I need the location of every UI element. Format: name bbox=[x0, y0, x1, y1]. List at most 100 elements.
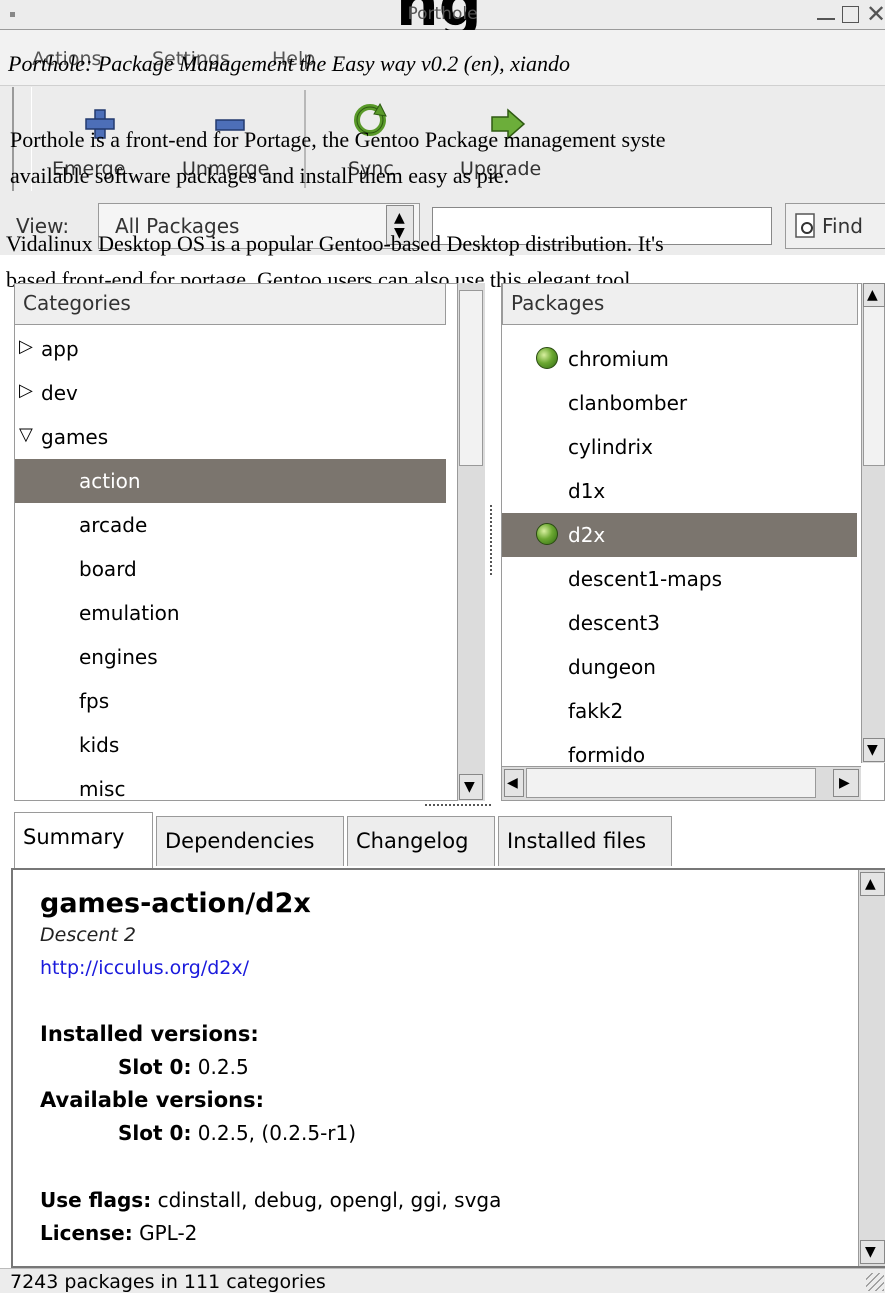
homepage-link[interactable]: http://icculus.org/d2x/ bbox=[40, 957, 249, 979]
package-label: cylindrix bbox=[568, 435, 653, 459]
scroll-down-icon: ▼ bbox=[867, 742, 878, 758]
minimize-icon[interactable] bbox=[817, 18, 835, 20]
maximize-icon[interactable] bbox=[842, 6, 859, 23]
available-slot-label: Slot 0: bbox=[118, 1121, 192, 1145]
scroll-right-icon: ▶ bbox=[839, 775, 850, 791]
packages-scroll-up[interactable]: ▲ bbox=[863, 283, 885, 307]
installed-status-icon bbox=[536, 523, 558, 545]
package-item[interactable]: d2x bbox=[502, 513, 857, 557]
package-label: d2x bbox=[568, 523, 606, 547]
license-value: GPL-2 bbox=[139, 1221, 198, 1245]
category-item[interactable]: emulation bbox=[15, 591, 446, 635]
expander-closed-icon[interactable]: ▷ bbox=[19, 380, 33, 401]
package-label: formido bbox=[568, 743, 646, 767]
package-label: clanbomber bbox=[568, 391, 688, 415]
packages-scroll-thumb[interactable] bbox=[863, 290, 885, 466]
packages-scroll-left[interactable]: ◀ bbox=[504, 769, 524, 797]
installed-slot-value: 0.2.5 bbox=[197, 1055, 249, 1079]
category-item[interactable]: board bbox=[15, 547, 446, 591]
category-label: engines bbox=[79, 645, 158, 669]
package-item[interactable]: chromium bbox=[502, 337, 857, 381]
packages-header-label: Packages bbox=[511, 291, 605, 315]
category-label: board bbox=[79, 557, 137, 581]
category-label: games bbox=[41, 425, 109, 449]
category-item[interactable]: ▽ games bbox=[15, 415, 446, 459]
intro-text: Porthole is a front-end for Portage, the… bbox=[10, 122, 885, 194]
category-item[interactable]: action bbox=[15, 459, 446, 503]
summary-scroll-down[interactable]: ▼ bbox=[860, 1240, 885, 1264]
category-item[interactable]: ▷ dev bbox=[15, 371, 446, 415]
installed-versions-label: Installed versions: bbox=[40, 1022, 259, 1046]
category-label: arcade bbox=[79, 513, 148, 537]
window-title: Porthole bbox=[407, 4, 478, 24]
intro-line-2: available software packages and install … bbox=[10, 163, 510, 188]
package-description: Descent 2 bbox=[40, 924, 136, 946]
scroll-up-icon: ▲ bbox=[865, 876, 876, 892]
installed-status-icon bbox=[536, 347, 558, 369]
category-label: misc bbox=[79, 777, 126, 801]
scroll-up-icon: ▲ bbox=[867, 287, 878, 303]
categories-scroll-thumb[interactable] bbox=[459, 290, 483, 466]
tab-dependencies[interactable]: Dependencies bbox=[156, 816, 344, 866]
tab-changelog[interactable]: Changelog bbox=[347, 816, 495, 866]
available-slot: Slot 0: 0.2.5, (0.2.5-r1) bbox=[118, 1121, 356, 1145]
chevron-up-icon: ▲ bbox=[394, 210, 405, 226]
expander-open-icon[interactable]: ▽ bbox=[19, 424, 33, 445]
license-label: License: bbox=[40, 1221, 133, 1245]
packages-header[interactable]: Packages bbox=[502, 283, 858, 325]
intro-line-1: Porthole is a front-end for Portage, the… bbox=[10, 127, 666, 152]
expander-closed-icon[interactable]: ▷ bbox=[19, 336, 33, 357]
package-label: chromium bbox=[568, 347, 669, 371]
available-versions-label: Available versions: bbox=[40, 1088, 264, 1112]
category-item[interactable]: arcade bbox=[15, 503, 446, 547]
package-item[interactable]: clanbomber bbox=[502, 381, 857, 425]
pane-resize-handle-bottom[interactable] bbox=[425, 804, 491, 808]
find-icon bbox=[795, 213, 815, 238]
package-item[interactable]: fakk2 bbox=[502, 689, 857, 733]
categories-scroll-down[interactable]: ▼ bbox=[459, 774, 483, 800]
category-label: fps bbox=[79, 689, 110, 713]
category-item[interactable]: misc bbox=[15, 767, 446, 811]
packages-scroll-right[interactable]: ▶ bbox=[833, 769, 859, 797]
package-label: descent1-maps bbox=[568, 567, 723, 591]
package-item[interactable]: cylindrix bbox=[502, 425, 857, 469]
category-label: app bbox=[41, 337, 79, 361]
available-slot-value: 0.2.5, (0.2.5-r1) bbox=[197, 1121, 357, 1145]
installed-slot: Slot 0: 0.2.5 bbox=[118, 1055, 249, 1079]
package-name: games-action/d2x bbox=[40, 888, 311, 919]
package-label: d1x bbox=[568, 479, 606, 503]
scroll-down-icon: ▼ bbox=[865, 1244, 876, 1260]
resize-grip-icon[interactable] bbox=[866, 1273, 884, 1291]
find-label: Find bbox=[822, 214, 863, 238]
categories-header[interactable]: Categories bbox=[14, 283, 446, 325]
package-label: fakk2 bbox=[568, 699, 624, 723]
category-label: kids bbox=[79, 733, 120, 757]
use-flags: Use flags: cdinstall, debug, opengl, ggi… bbox=[40, 1188, 501, 1212]
summary-scrollbar[interactable] bbox=[858, 870, 885, 1266]
package-label: dungeon bbox=[568, 655, 656, 679]
pane-resize-handle[interactable] bbox=[490, 505, 494, 575]
close-icon[interactable]: ✕ bbox=[866, 2, 885, 26]
use-flags-label: Use flags: bbox=[40, 1188, 152, 1212]
find-button[interactable]: Find bbox=[785, 203, 885, 249]
package-item[interactable]: dungeon bbox=[502, 645, 857, 689]
category-label: action bbox=[79, 469, 141, 493]
tab-summary[interactable]: Summary bbox=[14, 812, 153, 868]
license: License: GPL-2 bbox=[40, 1221, 197, 1245]
summary-scroll-up[interactable]: ▲ bbox=[860, 872, 885, 896]
scroll-left-icon: ◀ bbox=[507, 775, 518, 791]
category-item[interactable]: fps bbox=[15, 679, 446, 723]
category-item[interactable]: engines bbox=[15, 635, 446, 679]
package-item[interactable]: descent1-maps bbox=[502, 557, 857, 601]
categories-header-label: Categories bbox=[23, 291, 131, 315]
package-item[interactable]: descent3 bbox=[502, 601, 857, 645]
status-text: 7243 packages in 111 categories bbox=[10, 1271, 326, 1293]
packages-hscroll-thumb[interactable] bbox=[526, 768, 816, 798]
package-item[interactable]: d1x bbox=[502, 469, 857, 513]
tab-installed-files[interactable]: Installed files bbox=[498, 816, 672, 866]
category-item[interactable]: kids bbox=[15, 723, 446, 767]
packages-scroll-down[interactable]: ▼ bbox=[863, 738, 885, 762]
category-label: dev bbox=[41, 381, 78, 405]
category-item[interactable]: ▷ app bbox=[15, 327, 446, 371]
scroll-down-icon: ▼ bbox=[464, 779, 475, 795]
